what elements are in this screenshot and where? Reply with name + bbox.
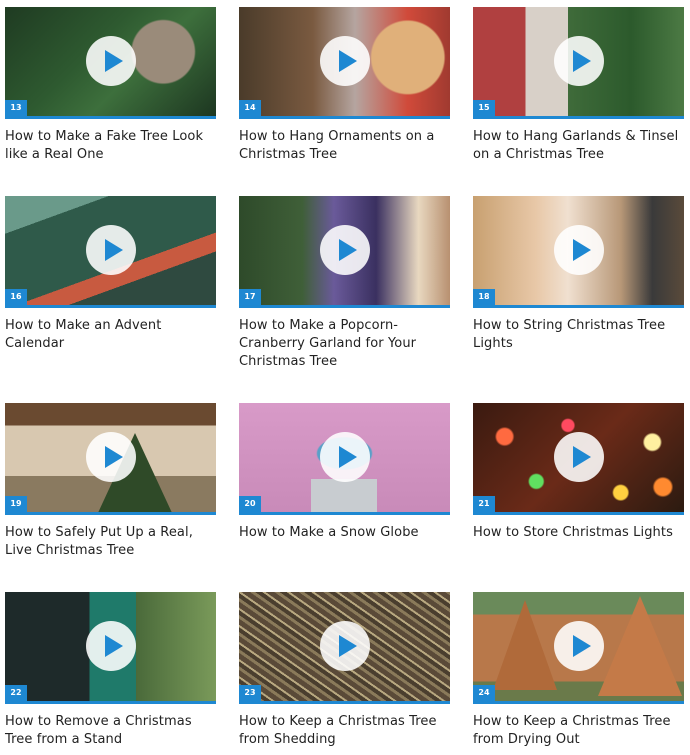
- play-icon[interactable]: [85, 225, 136, 275]
- video-number-badge: 19: [5, 496, 27, 512]
- thumbnail-accent-bar: [5, 116, 216, 119]
- video-number-badge: 16: [5, 289, 27, 305]
- play-icon[interactable]: [319, 432, 370, 482]
- video-thumbnail[interactable]: 22: [5, 592, 216, 704]
- video-number-badge: 21: [473, 496, 495, 512]
- play-icon[interactable]: [85, 36, 136, 86]
- video-thumbnail[interactable]: 18: [473, 196, 684, 308]
- thumbnail-accent-bar: [5, 512, 216, 515]
- video-number-badge: 14: [239, 100, 261, 116]
- thumbnail-accent-bar: [473, 701, 684, 704]
- video-card-23[interactable]: 23 How to Keep a Christmas Tree from She…: [239, 592, 450, 749]
- video-title[interactable]: How to Store Christmas Lights: [473, 524, 684, 542]
- thumbnail-accent-bar: [473, 116, 684, 119]
- video-title[interactable]: How to Hang Ornaments on a Christmas Tre…: [239, 128, 450, 164]
- video-card-21[interactable]: 21 How to Store Christmas Lights: [473, 403, 684, 542]
- video-number-badge: 20: [239, 496, 261, 512]
- video-thumbnail[interactable]: 17: [239, 196, 450, 308]
- play-icon[interactable]: [553, 225, 604, 275]
- video-title[interactable]: How to String Christmas Tree Lights: [473, 317, 684, 353]
- video-thumbnail[interactable]: 14: [239, 7, 450, 119]
- thumbnail-accent-bar: [5, 305, 216, 308]
- video-card-18[interactable]: 18 How to String Christmas Tree Lights: [473, 196, 684, 353]
- play-icon[interactable]: [553, 621, 604, 671]
- play-icon[interactable]: [319, 36, 370, 86]
- thumbnail-accent-bar: [239, 701, 450, 704]
- play-icon[interactable]: [553, 432, 604, 482]
- play-icon[interactable]: [553, 36, 604, 86]
- thumbnail-accent-bar: [473, 512, 684, 515]
- globe-base: [311, 479, 377, 515]
- play-icon[interactable]: [85, 432, 136, 482]
- video-number-badge: 22: [5, 685, 27, 701]
- video-thumbnail[interactable]: 24: [473, 592, 684, 704]
- play-icon[interactable]: [319, 225, 370, 275]
- video-thumbnail[interactable]: 19: [5, 403, 216, 515]
- tree-shape: [598, 596, 682, 696]
- video-number-badge: 15: [473, 100, 495, 116]
- play-icon[interactable]: [319, 621, 370, 671]
- video-card-13[interactable]: 13 How to Make a Fake Tree Look like a R…: [5, 7, 216, 164]
- thumbnail-accent-bar: [5, 701, 216, 704]
- video-card-20[interactable]: 20 How to Make a Snow Globe: [239, 403, 450, 542]
- video-number-badge: 17: [239, 289, 261, 305]
- video-number-badge: 18: [473, 289, 495, 305]
- video-thumbnail[interactable]: 15: [473, 7, 684, 119]
- tree-shape: [493, 600, 557, 690]
- video-card-15[interactable]: 15 How to Hang Garlands & Tinsel on a Ch…: [473, 7, 684, 164]
- video-title[interactable]: How to Make a Fake Tree Look like a Real…: [5, 128, 216, 164]
- video-number-badge: 24: [473, 685, 495, 701]
- video-number-badge: 13: [5, 100, 27, 116]
- video-card-19[interactable]: 19 How to Safely Put Up a Real, Live Chr…: [5, 403, 216, 560]
- video-card-17[interactable]: 17 How to Make a Popcorn-Cranberry Garla…: [239, 196, 450, 371]
- video-card-24[interactable]: 24 How to Keep a Christmas Tree from Dry…: [473, 592, 684, 749]
- video-title[interactable]: How to Keep a Christmas Tree from Drying…: [473, 713, 684, 749]
- thumbnail-accent-bar: [239, 305, 450, 308]
- video-title[interactable]: How to Make a Snow Globe: [239, 524, 450, 542]
- video-title[interactable]: How to Safely Put Up a Real, Live Christ…: [5, 524, 216, 560]
- video-title[interactable]: How to Make a Popcorn-Cranberry Garland …: [239, 317, 450, 371]
- video-card-16[interactable]: 16 How to Make an Advent Calendar: [5, 196, 216, 353]
- play-icon[interactable]: [85, 621, 136, 671]
- thumbnail-accent-bar: [239, 116, 450, 119]
- video-thumbnail[interactable]: 16: [5, 196, 216, 308]
- video-title[interactable]: How to Hang Garlands & Tinsel on a Chris…: [473, 128, 684, 164]
- video-number-badge: 23: [239, 685, 261, 701]
- video-card-22[interactable]: 22 How to Remove a Christmas Tree from a…: [5, 592, 216, 749]
- video-title[interactable]: How to Keep a Christmas Tree from Sheddi…: [239, 713, 450, 749]
- video-title[interactable]: How to Remove a Christmas Tree from a St…: [5, 713, 216, 749]
- video-thumbnail[interactable]: 23: [239, 592, 450, 704]
- video-thumbnail[interactable]: 13: [5, 7, 216, 119]
- video-thumbnail[interactable]: 20: [239, 403, 450, 515]
- thumbnail-accent-bar: [239, 512, 450, 515]
- thumbnail-accent-bar: [473, 305, 684, 308]
- video-title[interactable]: How to Make an Advent Calendar: [5, 317, 216, 353]
- video-card-14[interactable]: 14 How to Hang Ornaments on a Christmas …: [239, 7, 450, 164]
- video-thumbnail[interactable]: 21: [473, 403, 684, 515]
